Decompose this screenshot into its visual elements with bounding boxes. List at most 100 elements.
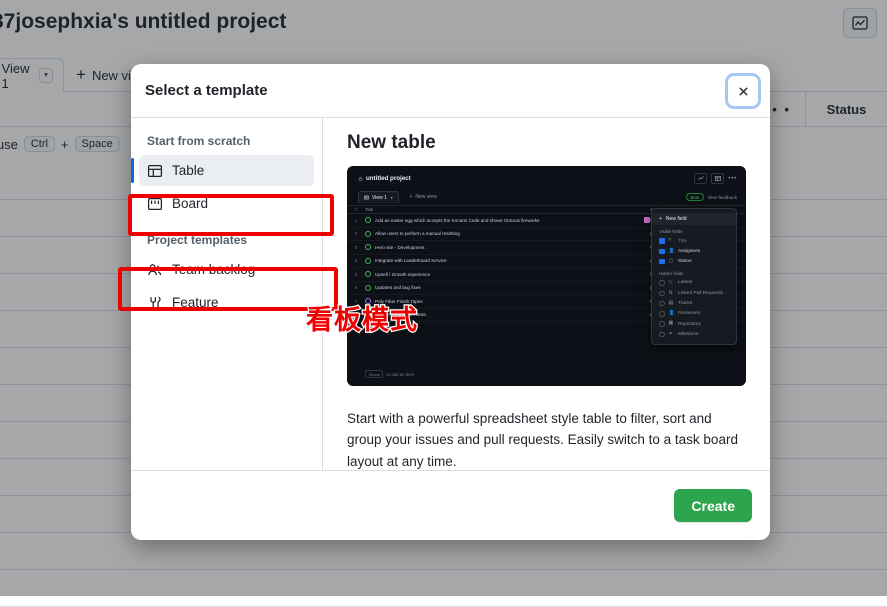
- sidebar-item-label: Feature: [172, 295, 219, 310]
- create-button[interactable]: Create: [674, 489, 752, 522]
- new-field-item: + New field: [652, 213, 736, 225]
- row-number: 7: [347, 299, 365, 304]
- field-item-milestone: ⚭ Milestone: [652, 329, 736, 339]
- row-number: 3: [347, 245, 365, 250]
- field-item-assignees: 👤 Assignees: [652, 246, 736, 256]
- preview-col-title: Title: [365, 207, 650, 212]
- sidebar-item-table[interactable]: Table: [139, 155, 314, 186]
- checkbox-checked-icon: [659, 259, 665, 265]
- checkbox-unchecked-icon: [659, 291, 665, 297]
- filter-icon: ▽: [347, 207, 365, 212]
- lock-icon: [358, 176, 363, 182]
- row-number: 1: [347, 218, 365, 223]
- field-label: Milestone: [678, 332, 699, 337]
- preview-tab-newview: + New view: [409, 194, 436, 200]
- issue-done-icon: [365, 298, 371, 304]
- field-label: Assignees: [678, 249, 700, 254]
- group-label-project-templates: Project templates: [139, 227, 314, 254]
- preview-project-name: untitled project: [366, 175, 411, 182]
- issue-open-icon: [365, 271, 371, 277]
- row-number: 2: [347, 231, 365, 236]
- checkbox-checked-icon: [659, 249, 665, 255]
- board-icon: [147, 196, 163, 212]
- dialog-body: Start from scratch Table Board Project t…: [131, 118, 770, 470]
- sidebar-item-label: Team backlog: [172, 262, 255, 277]
- dialog-footer: Create: [131, 470, 770, 540]
- row-title: …es to engine from Beta: [375, 312, 650, 317]
- preview-fields-dropdown: + New field Visible fields ≡ Title 👤 Ass…: [651, 208, 737, 345]
- give-feedback-label: Give feedback: [708, 195, 737, 200]
- field-label: Tracks: [678, 301, 692, 306]
- checkbox-unchecked-icon: [659, 321, 665, 327]
- row-title: Updates and bug fixes: [375, 285, 650, 290]
- tag-icon: ◇: [669, 280, 675, 286]
- row-title: Add an easter egg which accepts the Kona…: [375, 218, 641, 223]
- row-title: Upsell / Growth experience: [375, 272, 650, 277]
- field-label: Title: [678, 239, 687, 244]
- field-label: Linked Pull Requests: [678, 291, 723, 296]
- sidebar-item-team-backlog[interactable]: Team backlog: [139, 254, 314, 285]
- field-item-status: ▢ Status: [652, 257, 736, 267]
- preview-view-tabs: View 1 ▼ + New view: [358, 191, 437, 203]
- checkbox-unchecked-icon: [659, 311, 665, 317]
- field-label: Reviewers: [678, 311, 700, 316]
- preview-add-item-row: Space to add an item: [347, 368, 746, 380]
- people-icon: [147, 262, 163, 278]
- plus-icon: +: [409, 194, 412, 200]
- field-label: Repository: [678, 322, 701, 327]
- preview-tab-label: View 1: [372, 195, 387, 201]
- checkbox-unchecked-icon: [659, 280, 665, 286]
- close-icon[interactable]: [728, 76, 758, 106]
- row-number: 6: [347, 285, 365, 290]
- row-title: Integrate with Leaderboard Service: [375, 258, 650, 263]
- issue-open-icon: [365, 285, 371, 291]
- sidebar-item-label: Table: [172, 163, 204, 178]
- detail-title: New table: [347, 132, 746, 154]
- checkbox-checked-icon: [659, 238, 665, 244]
- repo-icon: ▦: [669, 321, 675, 327]
- checkbox-unchecked-icon: [659, 301, 665, 307]
- visible-fields-group-label: Visible fields: [652, 225, 736, 236]
- git-pull-request-icon: ⇅: [669, 291, 675, 297]
- row-number: 4: [347, 258, 365, 263]
- field-label: Status: [678, 259, 692, 264]
- hidden-fields-group-label: Hidden fields: [652, 267, 736, 278]
- issue-open-icon: [365, 231, 371, 237]
- close-x-glyph: [737, 85, 750, 98]
- select-template-dialog: Select a template Start from scratch Tab…: [131, 64, 770, 540]
- new-field-label: New field: [666, 216, 687, 222]
- group-label-scratch: Start from scratch: [139, 128, 314, 155]
- issue-open-icon: [365, 312, 371, 318]
- row-title: Allow users to perform a manual resettin…: [375, 231, 650, 236]
- feature-tools-icon: [147, 295, 163, 311]
- sidebar-item-board[interactable]: Board: [139, 188, 314, 219]
- milestone-icon: ⚭: [669, 332, 675, 338]
- field-item-repository: ▦ Repository: [652, 319, 736, 329]
- field-item-labels: ◇ Labels: [652, 278, 736, 288]
- table-icon: [711, 173, 724, 184]
- preview-newview-label: New view: [415, 194, 436, 200]
- row-number: 8: [347, 312, 365, 317]
- dialog-title: Select a template: [145, 82, 268, 99]
- issue-open-icon: [365, 217, 371, 223]
- text-field-icon: ≡: [669, 238, 675, 244]
- preview-beta-feedback: Beta Give feedback: [686, 193, 737, 201]
- insights-chart-icon: [694, 173, 707, 184]
- tracks-icon: ▤: [669, 301, 675, 307]
- preview-project-title: untitled project: [358, 175, 411, 182]
- plus-icon: +: [659, 216, 662, 222]
- row-title: Hero site - Development: [375, 245, 650, 250]
- people-icon: 👤: [669, 249, 675, 255]
- people-icon: 👤: [669, 311, 675, 317]
- field-item-reviewers: 👤 Reviewers: [652, 309, 736, 319]
- row-title: Poly Fiber Finish Tapes: [375, 299, 650, 304]
- preview-tab-view1: View 1 ▼: [358, 191, 399, 203]
- row-number: 5: [347, 272, 365, 277]
- sidebar-item-feature[interactable]: Feature: [139, 287, 314, 318]
- dialog-header: Select a template: [131, 64, 770, 118]
- template-sidebar: Start from scratch Table Board Project t…: [131, 118, 323, 470]
- field-label: Labels: [678, 280, 692, 285]
- field-item-linked-pull-requests: ⇅ Linked Pull Requests: [652, 288, 736, 298]
- field-item-title: ≡ Title: [652, 236, 736, 246]
- table-icon: [147, 163, 163, 179]
